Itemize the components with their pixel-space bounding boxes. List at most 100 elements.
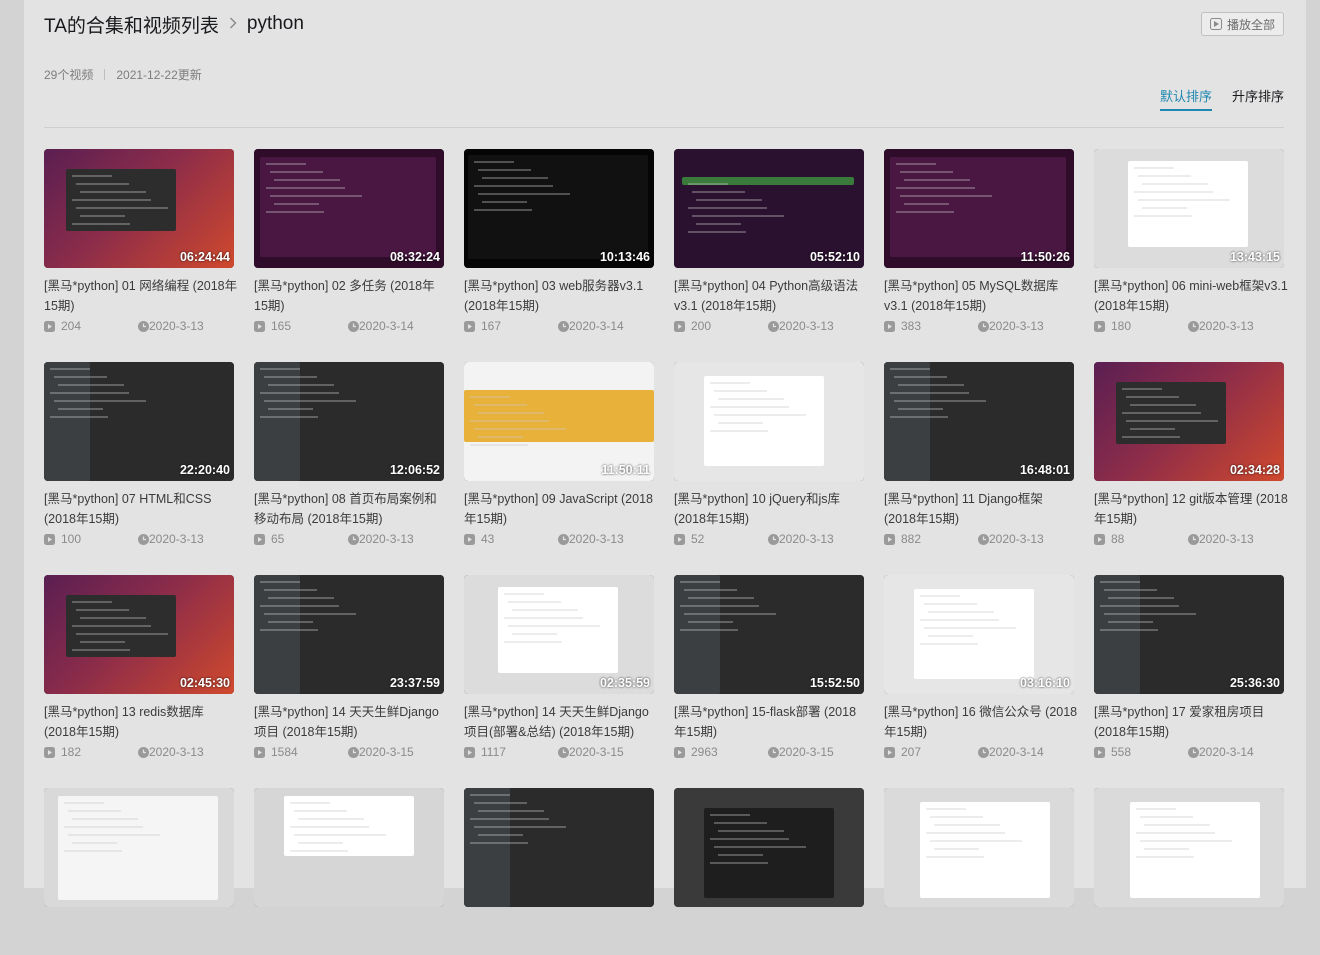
video-card[interactable]: 02:34:28 [黑马*python] 12 git版本管理 (2018年15期… [1094, 362, 1288, 547]
video-thumbnail[interactable]: 02:35:59 [464, 575, 654, 694]
video-thumbnail[interactable]: 11:50:11 [464, 362, 654, 481]
video-title[interactable] [464, 915, 658, 955]
video-title[interactable]: [黑马*python] 05 MySQL数据库v3.1 (2018年15期) [884, 276, 1078, 316]
video-card[interactable]: 08:32:24 [黑马*python] 02 多任务 (2018年15期) 16… [254, 149, 444, 334]
video-thumbnail[interactable]: 25:36:30 [1094, 575, 1284, 694]
video-thumbnail[interactable]: 15:52:50 [674, 575, 864, 694]
thumbnail-line [718, 854, 763, 856]
video-thumbnail[interactable] [464, 788, 654, 907]
thumbnail-line [900, 171, 953, 173]
video-card[interactable] [464, 788, 654, 955]
video-title[interactable]: [黑马*python] 10 jQuery和js库 (2018年15期) [674, 489, 868, 529]
video-card[interactable]: 06:24:44 [黑马*python] 01 网络编程 (2018年15期) 2… [44, 149, 237, 334]
video-card[interactable]: 13:43:15 [黑马*python] 06 mini-web框架v3.1 (2… [1094, 149, 1288, 334]
video-title[interactable]: [黑马*python] 16 微信公众号 (2018年15期) [884, 702, 1078, 742]
breadcrumb-parent[interactable]: TA的合集和视频列表 [44, 11, 219, 38]
video-title[interactable]: [黑马*python] 09 JavaScript (2018年15期) [464, 489, 658, 529]
video-count: 29个视频 [44, 68, 94, 82]
video-card[interactable]: 05:52:10 [黑马*python] 04 Python高级语法v3.1 (2… [674, 149, 864, 334]
play-count-value: 1584 [271, 745, 298, 759]
video-thumbnail[interactable]: 02:34:28 [1094, 362, 1284, 481]
video-title[interactable]: [黑马*python] 07 HTML和CSS (2018年15期) [44, 489, 238, 529]
video-card[interactable] [674, 788, 864, 955]
thumbnail-line [50, 392, 129, 394]
video-thumbnail[interactable]: 06:24:44 [44, 149, 234, 268]
video-title[interactable] [254, 915, 448, 955]
video-thumbnail[interactable]: 16:48:01 [884, 362, 1074, 481]
video-thumbnail[interactable] [1094, 788, 1284, 907]
video-card[interactable] [254, 788, 444, 955]
video-card[interactable]: 16:48:01 [黑马*python] 11 Django框架 (2018年15… [884, 362, 1074, 547]
video-thumbnail[interactable]: 05:52:10 [674, 149, 864, 268]
video-card[interactable]: 25:36:30 [黑马*python] 17 爱家租房项目 (2018年15期)… [1094, 575, 1284, 760]
video-title[interactable]: [黑马*python] 15-flask部署 (2018年15期) [674, 702, 868, 742]
video-thumbnail[interactable] [674, 788, 864, 907]
video-thumbnail[interactable]: 23:37:59 [254, 575, 444, 694]
video-card[interactable]: 15:52:50 [黑马*python] 15-flask部署 (2018年15期… [674, 575, 864, 760]
thumbnail-window [464, 788, 566, 907]
video-thumbnail[interactable]: 08:32:24 [254, 149, 444, 268]
video-thumbnail[interactable] [674, 362, 864, 481]
video-card[interactable] [1094, 788, 1284, 955]
video-thumbnail[interactable] [884, 788, 1074, 907]
video-title[interactable]: [黑马*python] 01 网络编程 (2018年15期) [44, 276, 238, 316]
video-title[interactable] [1094, 915, 1288, 955]
play-count-value: 182 [61, 745, 82, 759]
thumbnail-window [1128, 161, 1248, 247]
video-duration: 25:36:30 [1229, 676, 1280, 690]
video-thumbnail[interactable]: 02:45:30 [44, 575, 234, 694]
video-card[interactable]: 02:45:30 [黑马*python] 13 redis数据库 (2018年15… [44, 575, 234, 760]
video-card[interactable]: [黑马*python] 10 jQuery和js库 (2018年15期) 52 … [674, 362, 864, 547]
video-title[interactable]: [黑马*python] 14 天天生鲜Django项目 (2018年15期) [254, 702, 448, 742]
video-card[interactable] [44, 788, 234, 955]
thumbnail-line [680, 581, 720, 583]
video-card[interactable]: 03:16:10 [黑马*python] 16 微信公众号 (2018年15期) … [884, 575, 1077, 760]
sort-default[interactable]: 默认排序 [1159, 86, 1212, 111]
video-stats: 204 2020-3-13 [44, 318, 234, 334]
video-thumbnail[interactable] [44, 788, 234, 907]
video-card[interactable]: 12:06:52 [黑马*python] 08 首页布局案例和移动布局 (2018… [254, 362, 444, 547]
thumbnail-line [688, 597, 754, 599]
video-thumbnail[interactable]: 13:43:15 [1094, 149, 1284, 268]
video-card[interactable]: 22:20:40 [黑马*python] 07 HTML和CSS (2018年15… [44, 362, 234, 547]
video-thumbnail[interactable]: 22:20:40 [44, 362, 234, 481]
video-title[interactable]: [黑马*python] 08 首页布局案例和移动布局 (2018年15期) [254, 489, 448, 529]
video-thumbnail[interactable]: 10:13:46 [464, 149, 654, 268]
upload-date: 2020-3-14 [348, 319, 414, 333]
video-title[interactable]: [黑马*python] 04 Python高级语法v3.1 (2018年15期) [674, 276, 868, 316]
video-title[interactable]: [黑马*python] 12 git版本管理 (2018年15期) [1094, 489, 1288, 529]
video-card[interactable]: 11:50:26 [黑马*python] 05 MySQL数据库v3.1 (201… [884, 149, 1074, 334]
video-title[interactable]: [黑马*python] 06 mini-web框架v3.1 (2018年15期) [1094, 276, 1288, 316]
video-title[interactable]: [黑马*python] 13 redis数据库 (2018年15期) [44, 702, 238, 742]
upload-date-value: 2020-3-13 [779, 319, 834, 333]
video-duration: 11:50:26 [1020, 250, 1070, 264]
video-thumbnail[interactable]: 11:50:26 [884, 149, 1074, 268]
video-thumbnail[interactable]: 12:06:52 [254, 362, 444, 481]
thumbnail-line [54, 400, 146, 402]
video-title[interactable] [884, 915, 1078, 955]
play-count-icon [464, 320, 475, 332]
video-thumbnail[interactable]: 03:16:10 [884, 575, 1074, 694]
video-card[interactable]: 23:37:59 [黑马*python] 14 天天生鲜Django项目 (201… [254, 575, 444, 760]
play-all-button[interactable]: 播放全部 [1200, 12, 1284, 36]
video-title[interactable]: [黑马*python] 14 天天生鲜Django项目(部署&总结) (2018… [464, 702, 658, 742]
video-title[interactable]: [黑马*python] 17 爱家租房项目 (2018年15期) [1094, 702, 1288, 742]
upload-date-value: 2020-3-13 [1199, 532, 1254, 546]
video-card[interactable]: 11:50:11 [黑马*python] 09 JavaScript (2018年… [464, 362, 654, 547]
upload-date-value: 2020-3-13 [989, 532, 1044, 546]
thumbnail-line [260, 581, 300, 583]
video-card[interactable]: 02:35:59 [黑马*python] 14 天天生鲜Django项目(部署&总… [464, 575, 654, 760]
thumbnail-line [714, 846, 806, 848]
video-card[interactable] [884, 788, 1074, 955]
video-card[interactable]: 10:13:46 [黑马*python] 03 web服务器v3.1 (2018年… [464, 149, 654, 334]
video-title[interactable] [674, 915, 868, 955]
video-thumbnail[interactable] [254, 788, 444, 907]
thumbnail-window [254, 575, 356, 694]
sort-ascending[interactable]: 升序排序 [1232, 86, 1284, 111]
video-title[interactable]: [黑马*python] 11 Django框架 (2018年15期) [884, 489, 1078, 529]
upload-date-value: 2020-3-14 [1199, 745, 1254, 759]
video-title[interactable]: [黑马*python] 03 web服务器v3.1 (2018年15期) [464, 276, 658, 316]
video-title[interactable]: [黑马*python] 02 多任务 (2018年15期) [254, 276, 448, 316]
video-title[interactable] [44, 915, 238, 955]
thumbnail-image [674, 362, 864, 481]
